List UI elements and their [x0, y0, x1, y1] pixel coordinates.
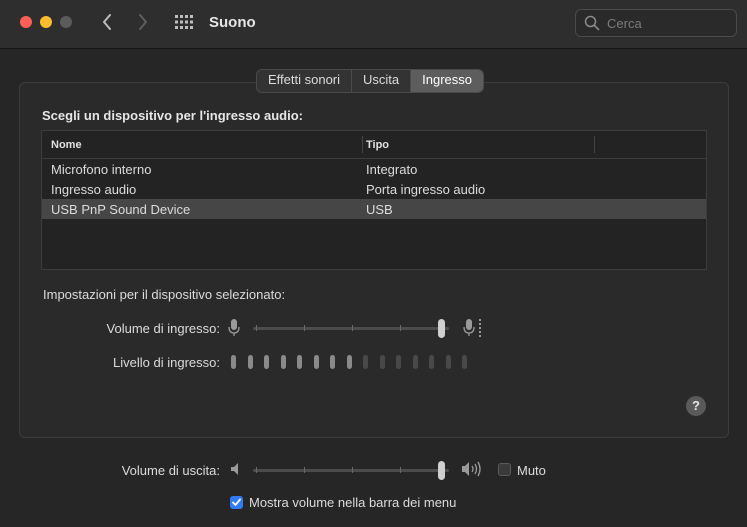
- tab-bar: Effetti sonori Uscita Ingresso: [256, 69, 485, 93]
- level-bar: [280, 355, 286, 369]
- level-bar: [363, 355, 368, 369]
- table-row[interactable]: Microfono interno Integrato: [42, 159, 706, 179]
- device-section-title: Scegli un dispositivo per l'ingresso aud…: [42, 108, 303, 123]
- level-bar: [264, 355, 269, 369]
- search-placeholder: Cerca: [607, 16, 642, 31]
- input-level-label: Livello di ingresso:: [113, 355, 220, 370]
- device-type: USB: [366, 202, 393, 217]
- slider-tick: [400, 467, 401, 473]
- output-volume-label: Volume di uscita:: [121, 463, 220, 478]
- table-row-selected[interactable]: USB PnP Sound Device USB: [42, 199, 706, 219]
- input-volume-track[interactable]: [253, 327, 449, 330]
- microphone-high-icon: [463, 319, 481, 337]
- forward-button[interactable]: [132, 11, 154, 33]
- input-volume-label: Volume di ingresso:: [106, 321, 220, 336]
- level-bar: [330, 355, 335, 369]
- slider-tick: [352, 325, 353, 331]
- title-bar: Suono Cerca: [0, 0, 747, 49]
- column-divider: [594, 136, 595, 153]
- table-row[interactable]: Ingresso audio Porta ingresso audio: [42, 179, 706, 199]
- device-table: Nome Tipo Microfono interno Integrato In…: [41, 130, 707, 270]
- show-volume-menubar-label: Mostra volume nella barra dei menu: [249, 495, 457, 510]
- column-header-nome[interactable]: Nome: [51, 139, 82, 151]
- slider-tick: [400, 325, 401, 331]
- window-title: Suono: [209, 14, 256, 31]
- column-header-tipo[interactable]: Tipo: [366, 139, 389, 151]
- level-bar: [346, 355, 352, 369]
- tab-effetti-sonori[interactable]: Effetti sonori: [257, 70, 353, 92]
- level-bar: [379, 355, 385, 369]
- device-name: USB PnP Sound Device: [51, 202, 191, 217]
- speaker-low-icon: [231, 463, 238, 475]
- tab-ingresso[interactable]: Ingresso: [411, 70, 484, 92]
- slider-tick: [352, 467, 353, 473]
- zoom-window-button[interactable]: [60, 16, 72, 28]
- input-volume-knob[interactable]: [438, 319, 446, 338]
- device-settings-title: Impostazioni per il dispositivo selezion…: [43, 287, 286, 302]
- checkmark-icon: [232, 498, 241, 506]
- back-button[interactable]: [96, 11, 118, 33]
- level-bar: [412, 355, 418, 369]
- chevron-left-icon: [103, 14, 111, 30]
- device-name: Microfono interno: [51, 162, 152, 177]
- mute-label: Muto: [517, 463, 546, 478]
- level-bar: [247, 355, 253, 369]
- mute-checkbox[interactable]: [498, 463, 511, 476]
- show-all-grid-icon[interactable]: [174, 14, 194, 30]
- level-bar: [231, 355, 236, 369]
- device-type: Porta ingresso audio: [366, 182, 486, 197]
- slider-tick: [256, 467, 257, 473]
- microphone-low-icon: [228, 319, 240, 336]
- output-volume-knob[interactable]: [438, 461, 446, 480]
- speaker-high-icon: [462, 461, 481, 477]
- output-volume-track[interactable]: [253, 469, 449, 472]
- close-window-button[interactable]: [20, 16, 32, 28]
- device-type: Integrato: [366, 162, 418, 177]
- search-icon: [584, 15, 600, 31]
- chevron-right-icon: [139, 14, 147, 30]
- tab-uscita[interactable]: Uscita: [352, 70, 412, 92]
- slider-tick: [256, 325, 257, 331]
- slider-tick: [304, 325, 305, 331]
- level-bar: [462, 355, 467, 369]
- show-volume-menubar-checkbox[interactable]: [230, 496, 243, 509]
- device-name: Ingresso audio: [51, 182, 137, 197]
- table-header: Nome Tipo: [42, 131, 706, 159]
- level-bar: [313, 355, 319, 369]
- column-divider: [362, 136, 363, 153]
- level-bar: [445, 355, 451, 369]
- search-field[interactable]: Cerca: [575, 9, 737, 37]
- minimize-window-button[interactable]: [40, 16, 52, 28]
- slider-tick: [304, 467, 305, 473]
- level-bar: [429, 355, 434, 369]
- level-bar: [396, 355, 401, 369]
- help-button[interactable]: ?: [686, 396, 706, 416]
- level-bar: [297, 355, 302, 369]
